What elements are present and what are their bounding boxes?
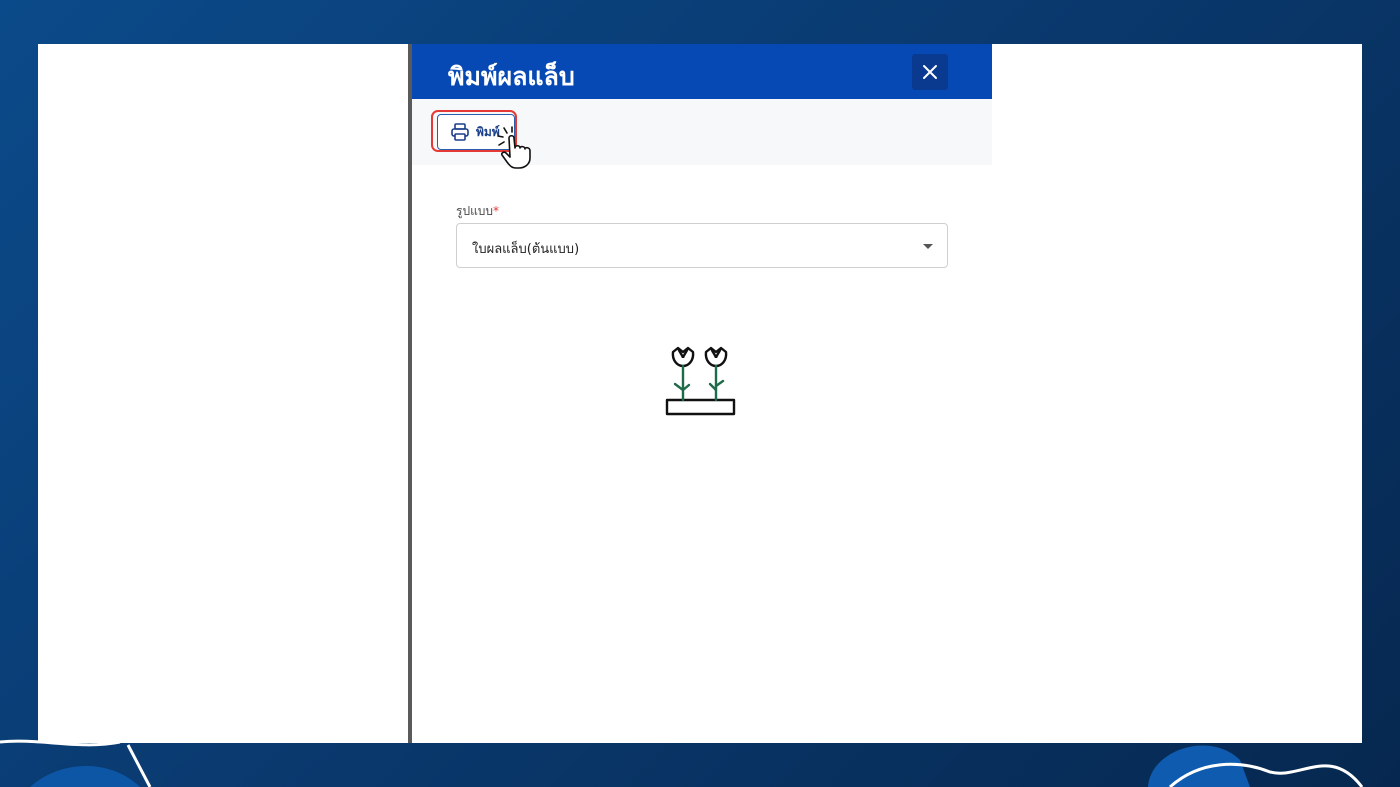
close-button[interactable]: [912, 54, 948, 90]
printer-icon: [451, 123, 469, 141]
chevron-down-icon: [923, 244, 933, 249]
format-label-text: รูปแบบ: [456, 204, 494, 218]
flowers-in-planter-icon: [665, 346, 736, 416]
close-icon: [923, 65, 937, 79]
screen-frame: พิมพ์ผลแล็บ พิมพ์ รูปแบบ* ใบผลแล็บ(ต้นแบ…: [38, 44, 1362, 743]
format-form: รูปแบบ* ใบผลแล็บ(ต้นแบบ): [456, 202, 948, 268]
print-lab-dialog: พิมพ์ผลแล็บ พิมพ์ รูปแบบ* ใบผลแล็บ(ต้นแบ…: [412, 44, 992, 743]
dialog-header: พิมพ์ผลแล็บ: [412, 44, 992, 99]
dialog-title: พิมพ์ผลแล็บ: [448, 62, 575, 91]
format-select-value: ใบผลแล็บ(ต้นแบบ): [472, 242, 580, 257]
format-select[interactable]: ใบผลแล็บ(ต้นแบบ): [456, 223, 948, 268]
required-mark: *: [493, 204, 500, 218]
format-field-label: รูปแบบ*: [456, 202, 948, 221]
hand-pointer-icon: [497, 126, 531, 169]
